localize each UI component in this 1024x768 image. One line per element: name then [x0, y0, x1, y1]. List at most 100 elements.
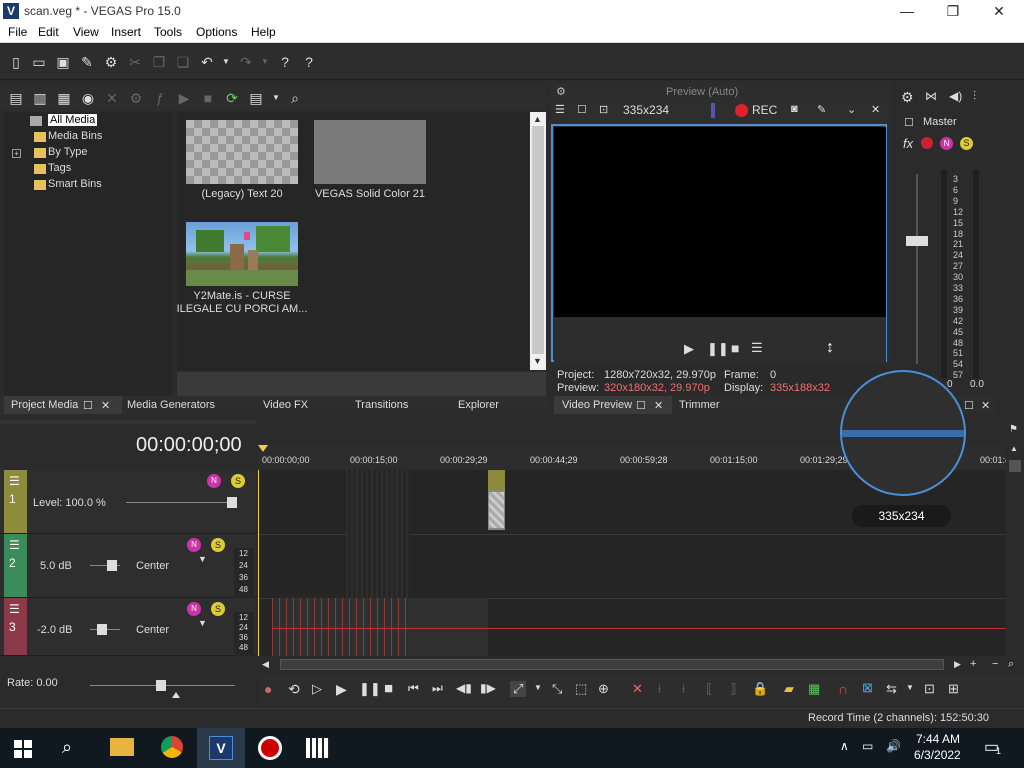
auto-crossfade-icon[interactable]: ⊠: [862, 680, 873, 696]
mute-icon[interactable]: N: [187, 602, 201, 616]
close-button[interactable]: ✕: [976, 0, 1022, 22]
record-icon[interactable]: [735, 104, 748, 117]
solo-icon[interactable]: S: [211, 538, 225, 552]
volume-envelope[interactable]: [272, 628, 1006, 629]
audio-event[interactable]: [272, 598, 488, 656]
pan-dropdown-icon[interactable]: ▼: [198, 618, 207, 628]
play-icon[interactable]: ▶: [684, 341, 694, 357]
pencil-icon[interactable]: ✎: [817, 103, 826, 116]
recorder-icon[interactable]: [258, 736, 282, 760]
auto-ripple-icon[interactable]: ⇆: [886, 681, 897, 697]
paste-icon[interactable]: ❏: [175, 54, 191, 70]
menu-icon[interactable]: ☰: [555, 103, 565, 116]
undo-icon[interactable]: ↶: [199, 54, 215, 70]
trim-end-icon[interactable]: ⟧: [730, 681, 736, 697]
menu-tools[interactable]: Tools: [154, 25, 182, 39]
playhead-cursor[interactable]: [258, 470, 259, 656]
volume-slider-thumb[interactable]: [107, 560, 117, 571]
windows-start-icon[interactable]: [14, 740, 32, 758]
scroll-right-icon[interactable]: ▶: [954, 659, 961, 670]
close-icon[interactable]: ✕: [871, 103, 880, 116]
refresh-icon[interactable]: ⟳: [224, 90, 240, 106]
chevron-down-icon[interactable]: ⌄: [847, 103, 856, 116]
zoom-in-icon[interactable]: +: [970, 658, 976, 670]
track-menu-icon[interactable]: ☰: [9, 538, 20, 552]
tree-item-tags[interactable]: Tags: [48, 162, 71, 174]
volume-slider-thumb[interactable]: [97, 624, 107, 635]
rate-slider-thumb[interactable]: [156, 680, 166, 691]
edit-tool-dropdown-icon[interactable]: ▼: [534, 683, 542, 692]
camera-snapshot-icon[interactable]: ◙: [791, 103, 798, 115]
fx-icon[interactable]: ƒ: [152, 90, 168, 106]
level-slider-thumb[interactable]: [227, 497, 237, 508]
zoom-out-icon[interactable]: −: [992, 658, 998, 670]
new-project-icon[interactable]: ▯: [8, 54, 24, 70]
web-media-icon[interactable]: ◉: [80, 90, 96, 106]
snapping-magnet-icon[interactable]: ∩: [838, 681, 848, 697]
tab-project-media[interactable]: Project Media: [11, 399, 78, 411]
clock-time[interactable]: 7:44 AM: [916, 732, 960, 746]
media-thumbnail-solid-color[interactable]: [314, 120, 426, 184]
trim-start-icon[interactable]: ⟦: [706, 681, 712, 697]
zoom-icon[interactable]: ⊡: [599, 103, 608, 116]
rec-label[interactable]: REC: [752, 103, 777, 117]
track-header-audio[interactable]: ☰ 3 N S -2.0 dB Center ▼ 12 24 36 48: [0, 598, 256, 656]
tab-pin-icon[interactable]: ☐: [964, 399, 974, 412]
minimize-button[interactable]: —: [884, 0, 930, 22]
split-icon[interactable]: ⟊: [682, 681, 685, 697]
menu-icon[interactable]: ☰: [751, 340, 763, 356]
delete-icon[interactable]: ✕: [632, 681, 643, 697]
track-header-video[interactable]: ☰ 1 N S Level: 100.0 %: [0, 470, 256, 534]
pan-dropdown-icon[interactable]: ▼: [198, 554, 207, 564]
go-to-start-icon[interactable]: ⏮: [408, 681, 419, 696]
menu-file[interactable]: File: [8, 25, 27, 39]
import-media-icon[interactable]: ▤: [8, 90, 24, 106]
views-icon[interactable]: ▤: [248, 90, 264, 106]
video-event-ghost[interactable]: [346, 470, 410, 598]
scroll-up-icon[interactable]: ▲: [1010, 444, 1018, 453]
redo-icon[interactable]: ↷: [238, 54, 254, 70]
zoom-icon[interactable]: ⌕: [1008, 658, 1014, 671]
menu-edit[interactable]: Edit: [38, 25, 59, 39]
automation-icon[interactable]: [921, 137, 933, 149]
properties-gear-icon[interactable]: ⚙: [103, 54, 119, 70]
horizontal-scroll-strip[interactable]: [177, 372, 546, 396]
scrollbar-thumb[interactable]: [532, 126, 544, 354]
pause-icon[interactable]: ❚❚: [359, 681, 381, 697]
stop-media-icon[interactable]: ■: [200, 90, 216, 106]
timeline-tracks-area[interactable]: [258, 470, 1006, 656]
stop-icon[interactable]: ■: [731, 340, 739, 356]
menu-help[interactable]: Help: [251, 25, 276, 39]
clock-date[interactable]: 6/3/2022: [914, 748, 961, 762]
volume-fader[interactable]: [906, 236, 928, 246]
movie-clapper-icon[interactable]: [306, 738, 330, 758]
search-icon[interactable]: ⌕: [62, 737, 72, 758]
stop-icon[interactable]: ■: [384, 680, 393, 697]
next-frame-icon[interactable]: ▮▶: [480, 681, 496, 695]
lock-icon[interactable]: 🔒: [752, 681, 768, 697]
preview-settings-icon[interactable]: ⚙: [556, 85, 566, 98]
mute-icon[interactable]: N: [940, 137, 953, 150]
timeline-horizontal-scrollbar[interactable]: ◀ ▶ + − ⌕: [258, 656, 1024, 674]
volume-icon[interactable]: 🔊: [886, 739, 901, 753]
speaker-icon[interactable]: ◀): [949, 89, 962, 103]
tab-pin-icon[interactable]: ☐: [83, 399, 93, 412]
chevron-up-icon[interactable]: ∧: [840, 739, 849, 753]
remove-media-icon[interactable]: ✕: [104, 90, 120, 106]
downmix-icon[interactable]: ⋈: [925, 89, 937, 103]
ripple-dropdown-icon[interactable]: ▼: [906, 683, 914, 692]
cut-icon[interactable]: ✂: [127, 54, 143, 70]
file-explorer-icon[interactable]: [110, 738, 134, 756]
copy-icon[interactable]: ❐: [151, 54, 167, 70]
tree-item-all-media[interactable]: All Media: [48, 114, 98, 126]
scroll-left-icon[interactable]: ◀: [262, 659, 269, 670]
ignore-grouping-icon[interactable]: ⊞: [948, 681, 959, 697]
solo-icon[interactable]: S: [211, 602, 225, 616]
loop-icon[interactable]: ⟲: [288, 681, 300, 698]
play-from-start-icon[interactable]: ▷: [312, 681, 322, 697]
menu-insert[interactable]: Insert: [111, 25, 141, 39]
fx-icon[interactable]: fx: [903, 136, 913, 151]
mute-icon[interactable]: N: [207, 474, 221, 488]
media-thumbnail-video[interactable]: [186, 222, 298, 286]
tree-item-smart-bins[interactable]: Smart Bins: [48, 178, 102, 190]
